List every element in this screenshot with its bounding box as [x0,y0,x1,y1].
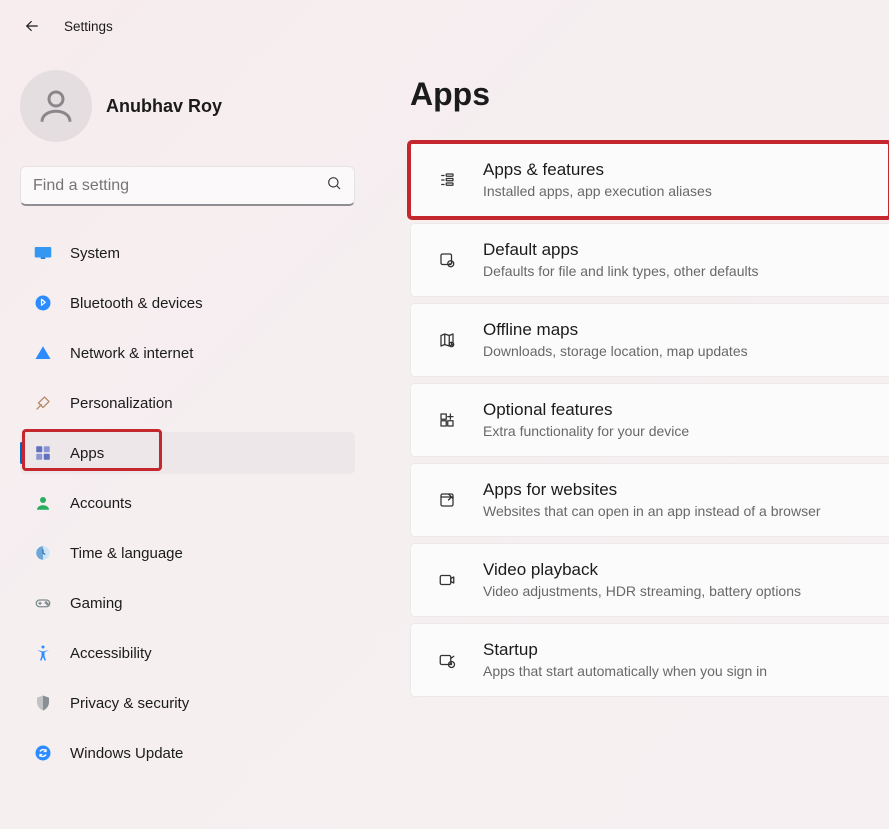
card-apps-for-websites[interactable]: Apps for websites Websites that can open… [410,463,889,537]
card-apps-features[interactable]: Apps & features Installed apps, app exec… [410,143,889,217]
card-subtitle: Video adjustments, HDR streaming, batter… [483,581,801,601]
card-title: Default apps [483,239,758,261]
nav-item-label: Gaming [70,595,123,612]
monitor-icon [34,244,52,262]
paintbrush-icon [34,394,52,412]
gamepad-icon [34,594,52,612]
content-area: Apps Apps & features Installed apps, app… [370,52,889,800]
shield-icon [34,694,52,712]
card-optional-features[interactable]: Optional features Extra functionality fo… [410,383,889,457]
nav-item-privacy-security[interactable]: Privacy & security [20,682,355,724]
sidebar: Anubhav Roy System Bluetooth & devices N… [0,52,370,800]
account-row[interactable]: Anubhav Roy [20,70,356,142]
nav-item-accessibility[interactable]: Accessibility [20,632,355,674]
card-subtitle: Defaults for file and link types, other … [483,261,758,281]
card-title: Startup [483,639,767,661]
window-title: Settings [64,19,113,34]
nav-item-apps[interactable]: Apps [20,432,355,474]
card-subtitle: Downloads, storage location, map updates [483,341,748,361]
accessibility-icon [34,644,52,662]
avatar [20,70,92,142]
card-startup[interactable]: Startup Apps that start automatically wh… [410,623,889,697]
nav-item-gaming[interactable]: Gaming [20,582,355,624]
nav-item-windows-update[interactable]: Windows Update [20,732,355,774]
card-subtitle: Apps that start automatically when you s… [483,661,767,681]
startup-icon [435,648,459,672]
nav-item-label: Windows Update [70,745,183,762]
nav-item-label: Time & language [70,545,183,562]
nav-item-label: Accessibility [70,645,152,662]
card-video-playback[interactable]: Video playback Video adjustments, HDR st… [410,543,889,617]
nav-item-bluetooth-devices[interactable]: Bluetooth & devices [20,282,355,324]
nav-item-system[interactable]: System [20,232,355,274]
nav-item-network-internet[interactable]: Network & internet [20,332,355,374]
card-default-apps[interactable]: Default apps Defaults for file and link … [410,223,889,297]
wifi-icon [34,344,52,362]
settings-card-list: Apps & features Installed apps, app exec… [410,143,889,697]
offline-maps-icon [435,328,459,352]
nav-item-label: Privacy & security [70,695,189,712]
apps-features-icon [435,168,459,192]
nav-item-time-language[interactable]: Time & language [20,532,355,574]
nav-item-label: Accounts [70,495,132,512]
search-input[interactable] [33,177,313,195]
search-field[interactable] [20,166,355,206]
card-title: Offline maps [483,319,748,341]
card-title: Optional features [483,399,689,421]
search-icon [326,175,342,196]
card-subtitle: Installed apps, app execution aliases [483,181,712,201]
back-button[interactable] [22,16,42,36]
optional-features-icon [435,408,459,432]
nav-item-label: Personalization [70,395,173,412]
bluetooth-icon [34,294,52,312]
page-heading: Apps [410,76,889,113]
nav-item-label: System [70,245,120,262]
nav-item-label: Network & internet [70,345,193,362]
person-icon [34,494,52,512]
clock-globe-icon [34,544,52,562]
card-subtitle: Websites that can open in an app instead… [483,501,821,521]
apps-websites-icon [435,488,459,512]
video-playback-icon [435,568,459,592]
card-title: Apps & features [483,159,712,181]
card-title: Video playback [483,559,801,581]
sync-icon [34,744,52,762]
apps-icon [34,444,52,462]
nav-item-label: Apps [70,445,104,462]
default-apps-icon [435,248,459,272]
nav-item-label: Bluetooth & devices [70,295,203,312]
nav-item-personalization[interactable]: Personalization [20,382,355,424]
card-subtitle: Extra functionality for your device [483,421,689,441]
nav-list: System Bluetooth & devices Network & int… [20,232,355,782]
card-title: Apps for websites [483,479,821,501]
card-offline-maps[interactable]: Offline maps Downloads, storage location… [410,303,889,377]
username-label: Anubhav Roy [106,96,222,117]
nav-item-accounts[interactable]: Accounts [20,482,355,524]
